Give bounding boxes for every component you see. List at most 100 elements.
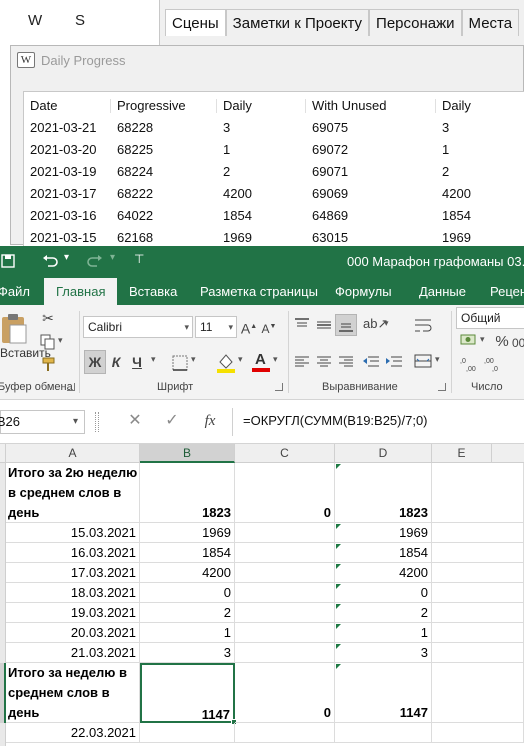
cell-e[interactable] bbox=[432, 583, 524, 603]
copy-dropdown-icon[interactable]: ▾ bbox=[58, 335, 63, 346]
cell-a-date[interactable]: 16.03.2021 bbox=[6, 543, 140, 563]
font-launcher-icon[interactable] bbox=[275, 383, 283, 391]
wrap-text-icon[interactable] bbox=[414, 318, 432, 334]
cell-a-date[interactable]: 17.03.2021 bbox=[6, 563, 140, 583]
tab-formulas[interactable]: Формулы bbox=[335, 278, 392, 305]
underline-dropdown-icon[interactable]: ▾ bbox=[151, 354, 156, 365]
cell-e[interactable] bbox=[432, 543, 524, 563]
enter-icon[interactable]: ✓ bbox=[163, 411, 181, 431]
cell-c-summary[interactable]: 0 bbox=[235, 663, 335, 723]
save-icon[interactable] bbox=[1, 254, 15, 268]
redo-dropdown-icon[interactable]: ▾ bbox=[110, 252, 115, 263]
cell-d-value[interactable]: 3 bbox=[335, 643, 432, 663]
undo-dropdown-icon[interactable]: ▾ bbox=[64, 252, 69, 263]
cell-c[interactable] bbox=[235, 563, 335, 583]
fill-color-dropdown-icon[interactable]: ▾ bbox=[238, 354, 243, 365]
cell-d-value[interactable]: 1854 bbox=[335, 543, 432, 563]
formula-bar-grip[interactable] bbox=[95, 412, 99, 432]
cell-a-date[interactable]: 18.03.2021 bbox=[6, 583, 140, 603]
cell-e[interactable] bbox=[432, 723, 524, 743]
cell-d-value[interactable]: 1 bbox=[335, 623, 432, 643]
cell-c[interactable] bbox=[235, 723, 335, 743]
alignment-launcher-icon[interactable] bbox=[438, 383, 446, 391]
merge-dropdown-icon[interactable]: ▾ bbox=[435, 354, 440, 365]
comma-style-button[interactable]: 000 bbox=[512, 333, 524, 353]
percent-button[interactable]: % bbox=[494, 332, 510, 352]
cell-c[interactable] bbox=[235, 603, 335, 623]
tab-review[interactable]: Рецен bbox=[490, 278, 524, 305]
borders-icon[interactable] bbox=[172, 355, 188, 371]
tab-file[interactable]: Файл bbox=[0, 278, 30, 305]
cell-d-value[interactable]: 4200 bbox=[335, 563, 432, 583]
cell-d-value[interactable]: 2 bbox=[335, 603, 432, 623]
undo-icon[interactable] bbox=[41, 254, 59, 270]
merge-center-icon[interactable] bbox=[414, 353, 432, 369]
customize-toolbar-icon[interactable]: ⊤ bbox=[134, 252, 144, 266]
cell-b-value[interactable]: 3 bbox=[140, 643, 235, 663]
cell-e[interactable] bbox=[432, 623, 524, 643]
number-format-select[interactable]: Общий bbox=[456, 307, 524, 329]
cell-a-date[interactable]: 20.03.2021 bbox=[6, 623, 140, 643]
paste-icon[interactable] bbox=[0, 313, 28, 345]
cell-a-date[interactable]: 15.03.2021 bbox=[6, 523, 140, 543]
cell-b-summary-selected[interactable]: 1147 bbox=[140, 663, 235, 723]
clipboard-launcher-icon[interactable] bbox=[67, 383, 75, 391]
currency-dropdown-icon[interactable]: ▾ bbox=[480, 334, 485, 345]
tab-insert[interactable]: Вставка bbox=[129, 278, 177, 305]
borders-dropdown-icon[interactable]: ▾ bbox=[191, 354, 196, 365]
decrease-indent-icon[interactable] bbox=[362, 355, 380, 369]
increase-decimal-icon[interactable]: ,0,00 bbox=[460, 356, 480, 372]
align-middle-icon[interactable] bbox=[316, 318, 332, 332]
column-header-b[interactable]: B bbox=[140, 444, 235, 463]
table-row[interactable]: 2021-03-20 68225 1 69072 1 bbox=[24, 139, 524, 160]
table-row[interactable]: 2021-03-17 68222 4200 69069 4200 bbox=[24, 183, 524, 204]
cell-b-value[interactable]: 4200 bbox=[140, 563, 235, 583]
bold-button[interactable]: Ж bbox=[84, 350, 106, 374]
cell-b-value[interactable]: 1 bbox=[140, 623, 235, 643]
tab-scenes[interactable]: Сцены bbox=[165, 9, 226, 36]
cell-b-value[interactable]: 1854 bbox=[140, 543, 235, 563]
align-center-icon[interactable] bbox=[316, 355, 332, 369]
format-painter-icon[interactable] bbox=[40, 357, 56, 373]
font-color-dropdown-icon[interactable]: ▾ bbox=[273, 354, 278, 365]
decrease-font-icon[interactable]: A▼ bbox=[261, 317, 277, 339]
font-size-select[interactable]: 11 ▾ bbox=[195, 316, 237, 338]
cell-a-date[interactable]: 22.03.2021 bbox=[6, 723, 140, 743]
cell-d-summary[interactable]: 1823 bbox=[335, 463, 432, 523]
increase-indent-icon[interactable] bbox=[385, 355, 403, 369]
column-header-c[interactable]: C bbox=[235, 444, 335, 463]
align-left-icon[interactable] bbox=[294, 355, 310, 369]
currency-icon[interactable] bbox=[460, 332, 478, 350]
column-header-daily[interactable]: Daily bbox=[223, 95, 252, 116]
font-color-icon[interactable]: A bbox=[252, 351, 270, 373]
tab-characters[interactable]: Персонажи bbox=[369, 9, 462, 36]
cell-d-value[interactable]: 0 bbox=[335, 583, 432, 603]
cell-e[interactable] bbox=[432, 563, 524, 583]
align-top-icon[interactable] bbox=[294, 318, 310, 332]
column-header-daily-unused[interactable]: Daily bbox=[442, 95, 471, 116]
cell-c-summary[interactable]: 0 bbox=[235, 463, 335, 523]
cell-e[interactable] bbox=[432, 663, 524, 723]
cell-e[interactable] bbox=[432, 463, 524, 523]
align-bottom-button[interactable] bbox=[335, 314, 357, 336]
tab-home[interactable]: Главная bbox=[44, 278, 118, 305]
cell-c[interactable] bbox=[235, 543, 335, 563]
cell-e[interactable] bbox=[432, 643, 524, 663]
table-row[interactable]: 2021-03-21 68228 3 69075 3 bbox=[24, 117, 524, 138]
copy-icon[interactable] bbox=[40, 334, 56, 350]
cell-d-value[interactable]: 1969 bbox=[335, 523, 432, 543]
cut-icon[interactable]: ✂ bbox=[38, 308, 58, 328]
redo-icon[interactable] bbox=[86, 254, 104, 270]
font-name-select[interactable]: Calibri ▾ bbox=[83, 316, 193, 338]
cell-b-summary[interactable]: 1823 bbox=[140, 463, 235, 523]
underline-button[interactable]: Ч bbox=[129, 352, 145, 372]
column-header-progressive[interactable]: Progressive bbox=[117, 95, 186, 116]
cancel-icon[interactable]: ✕ bbox=[126, 411, 144, 431]
cell-c[interactable] bbox=[235, 643, 335, 663]
daily-progress-titlebar[interactable]: W Daily Progress bbox=[11, 46, 523, 74]
name-box[interactable]: B26 ▾ bbox=[0, 410, 85, 434]
column-header-date[interactable]: Date bbox=[30, 95, 57, 116]
cell-c[interactable] bbox=[235, 523, 335, 543]
italic-button[interactable]: К bbox=[108, 352, 124, 372]
orientation-dropdown-icon[interactable]: ▾ bbox=[384, 318, 389, 329]
